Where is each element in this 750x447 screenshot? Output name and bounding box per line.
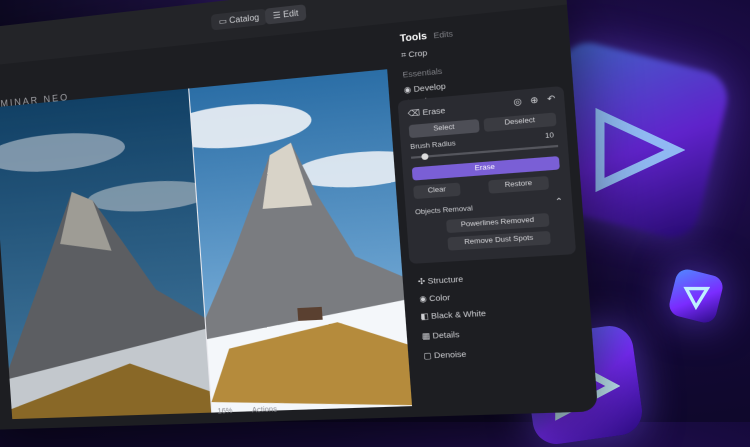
luminar-triangle-icon-small bbox=[683, 286, 710, 311]
settings-icon[interactable]: ⊕ bbox=[530, 95, 539, 106]
brush-radius-value: 10 bbox=[544, 131, 555, 141]
color-tool[interactable]: ◉ Color bbox=[419, 292, 451, 303]
color-icon: ◉ bbox=[418, 293, 430, 304]
photo-before bbox=[0, 88, 213, 420]
luminar-triangle-icon-large bbox=[595, 107, 685, 193]
denoise-tool[interactable]: ▢ Denoise bbox=[423, 349, 467, 361]
details-tool[interactable]: ▦ Details bbox=[422, 329, 460, 341]
catalog-icon: ▭ bbox=[218, 15, 230, 27]
zoom-level[interactable]: 16% bbox=[217, 408, 233, 416]
app-window: ▭ Catalog ☰ Edit MINAR NEO Tools Edits ⌗… bbox=[0, 0, 599, 431]
erase-icon: ⌫ bbox=[407, 107, 423, 119]
undo-icon[interactable]: ↶ bbox=[547, 93, 556, 104]
develop-icon: ◉ bbox=[403, 84, 415, 95]
chevron-up-icon[interactable]: ⌃ bbox=[555, 196, 564, 207]
edits-tab[interactable]: Edits bbox=[433, 29, 453, 41]
eye-icon[interactable]: ◎ bbox=[513, 96, 522, 107]
photo-canvas[interactable] bbox=[0, 67, 432, 420]
actions-menu[interactable]: Actions bbox=[252, 406, 278, 414]
